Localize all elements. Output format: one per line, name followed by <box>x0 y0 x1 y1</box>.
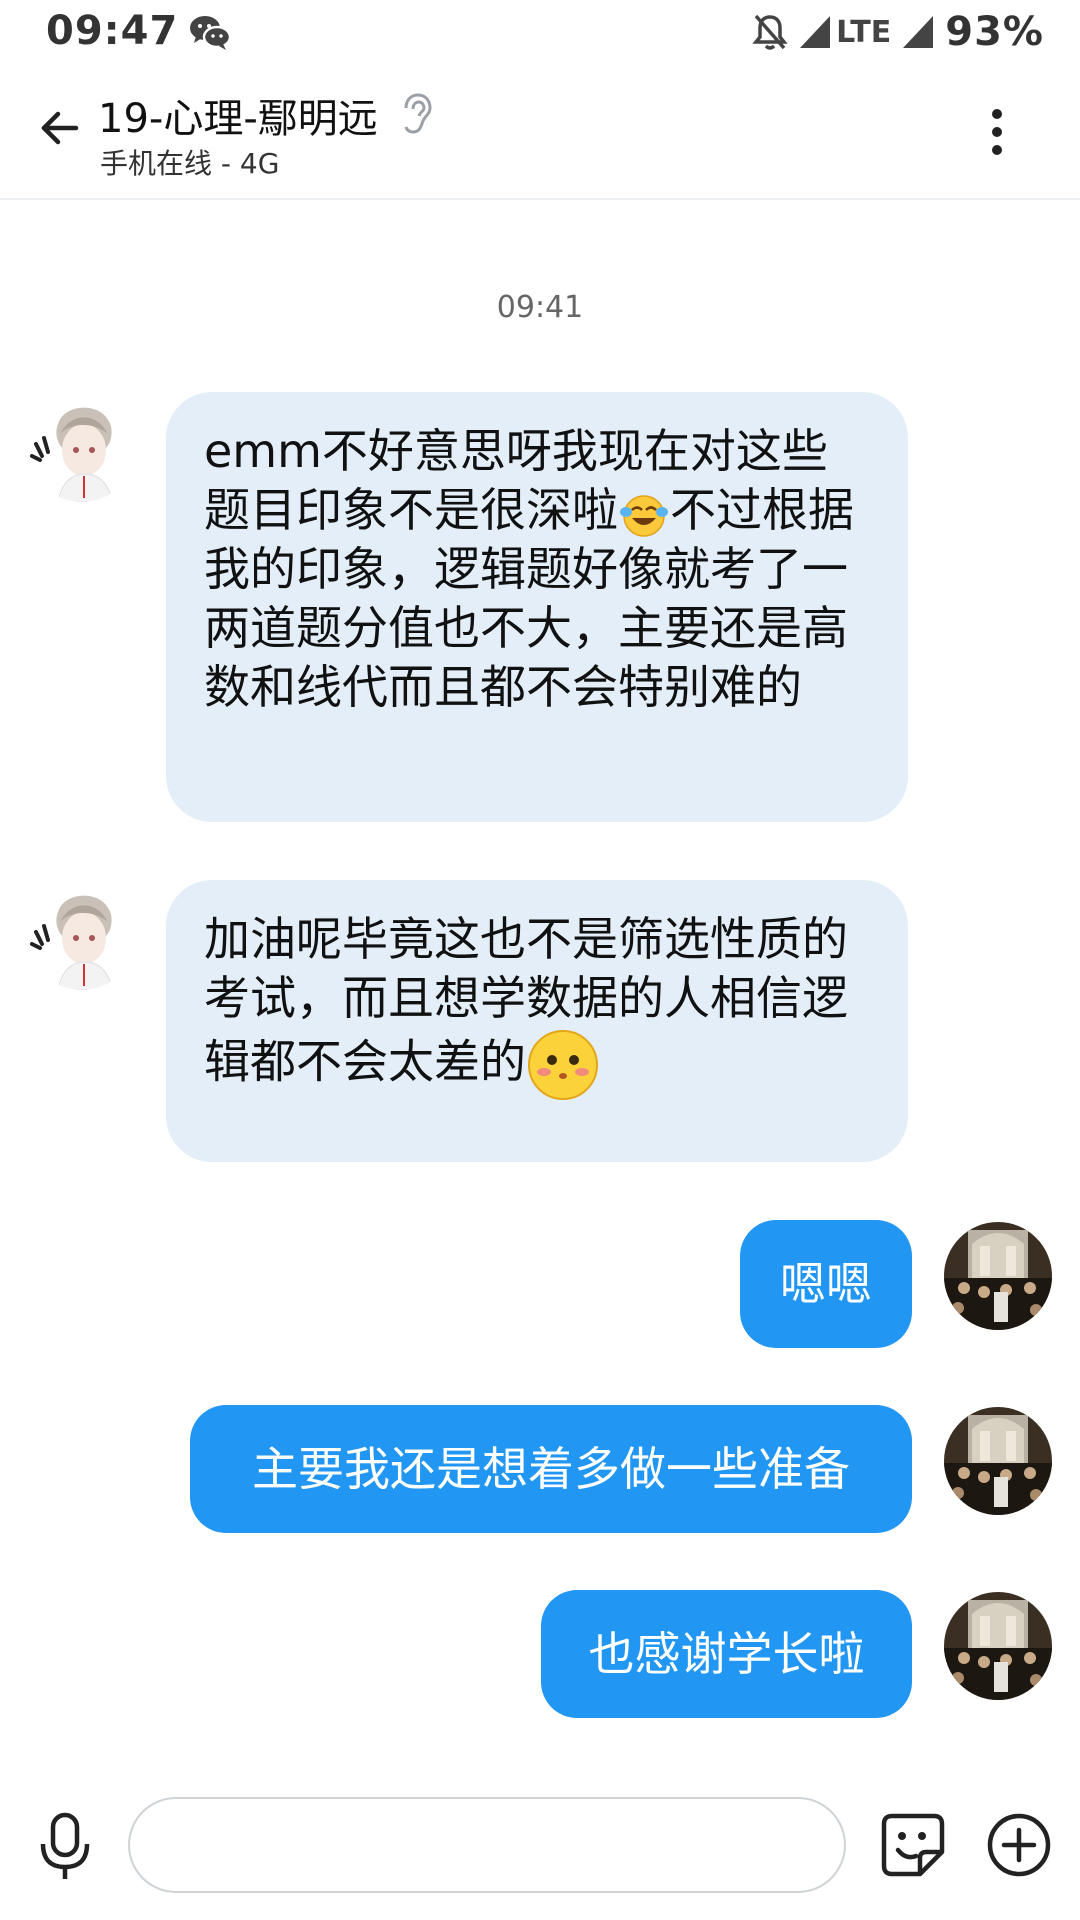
chat-title: 19-心理-鄢明远 <box>98 96 378 142</box>
plus-icon[interactable] <box>986 1812 1052 1878</box>
battery-percentage: 93% <box>945 9 1044 55</box>
message-text: 嗯嗯 <box>780 1256 872 1311</box>
wechat-notification-icon <box>190 16 232 50</box>
status-right-group: LTE 93% <box>752 8 1044 56</box>
network-type: LTE <box>836 14 892 50</box>
incoming-message-bubble[interactable]: emm不好意思呀我现在对这些题目印象不是很深啦 不过根据我的印象，逻辑题好像就考… <box>166 392 908 822</box>
outgoing-message-bubble[interactable]: 也感谢学长啦 <box>541 1590 912 1718</box>
message-timestamp: 09:41 <box>496 290 584 325</box>
message-input[interactable] <box>128 1797 846 1893</box>
status-time: 09:47 <box>46 8 179 54</box>
back-arrow-icon[interactable] <box>38 106 82 150</box>
ear-icon[interactable] <box>398 92 434 136</box>
online-status: 手机在线 - 4G <box>100 147 280 180</box>
signal-icon <box>800 16 831 48</box>
message-text: 主要我还是想着多做一些准备 <box>252 1441 850 1496</box>
chat-header: 19-心理-鄢明远 手机在线 - 4G <box>0 72 1080 200</box>
my-avatar[interactable] <box>944 1407 1052 1515</box>
signal-icon-secondary <box>903 16 934 48</box>
mute-bell-icon <box>752 14 788 50</box>
outgoing-message-bubble[interactable]: 嗯嗯 <box>740 1220 912 1348</box>
my-avatar[interactable] <box>944 1592 1052 1700</box>
sticker-icon[interactable] <box>880 1812 946 1878</box>
outgoing-message-bubble[interactable]: 主要我还是想着多做一些准备 <box>190 1405 912 1533</box>
my-avatar[interactable] <box>944 1222 1052 1330</box>
tears-of-joy-emoji-icon <box>620 494 668 537</box>
more-options-icon[interactable] <box>982 102 1012 162</box>
contact-avatar[interactable] <box>28 394 136 502</box>
contact-avatar[interactable] <box>28 882 136 990</box>
status-bar: 09:47 LTE 93% <box>0 0 1080 64</box>
message-text: 也感谢学长啦 <box>588 1626 865 1681</box>
incoming-message-bubble[interactable]: 加油呢毕竟这也不是筛选性质的考试，而且想学数据的人相信逻辑都不会太差的 <box>166 880 908 1162</box>
shy-face-emoji-icon <box>528 1030 598 1100</box>
microphone-icon[interactable] <box>38 1812 92 1882</box>
